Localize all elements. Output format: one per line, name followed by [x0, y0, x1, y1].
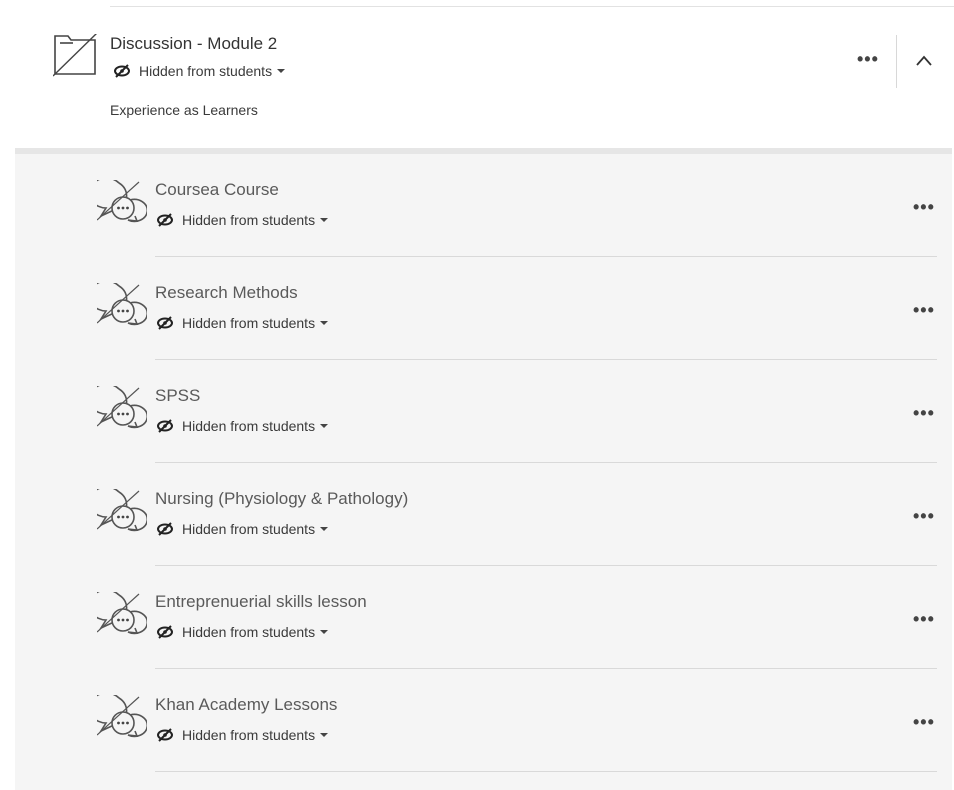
- caret-down-icon: [277, 69, 286, 73]
- item-title[interactable]: Research Methods: [155, 283, 298, 303]
- folder-hidden-icon: [53, 34, 97, 77]
- eye-slash-icon: [157, 728, 173, 742]
- eye-slash-icon: [157, 213, 173, 227]
- visibility-dropdown[interactable]: Hidden from students: [157, 315, 329, 331]
- visibility-label: Hidden from students: [182, 418, 316, 434]
- content-item[interactable]: Nursing (Physiology & Pathology) Hidden …: [15, 463, 952, 566]
- visibility-dropdown[interactable]: Hidden from students: [157, 521, 329, 537]
- visibility-label: Hidden from students: [182, 727, 316, 743]
- caret-down-icon: [320, 527, 329, 531]
- item-divider: [155, 771, 937, 772]
- folder-title[interactable]: Discussion - Module 2: [110, 34, 277, 54]
- more-options-button[interactable]: •••: [913, 404, 935, 422]
- item-title[interactable]: Nursing (Physiology & Pathology): [155, 489, 408, 509]
- caret-down-icon: [320, 218, 329, 222]
- visibility-dropdown[interactable]: Hidden from students: [157, 418, 329, 434]
- discussion-hidden-icon: [97, 489, 147, 532]
- eye-slash-icon: [157, 316, 173, 330]
- visibility-label: Hidden from students: [182, 212, 316, 228]
- folder-contents: Coursea Course Hidden from students ••• …: [15, 148, 952, 790]
- item-title[interactable]: Coursea Course: [155, 180, 279, 200]
- discussion-hidden-icon: [97, 386, 147, 429]
- caret-down-icon: [320, 424, 329, 428]
- eye-slash-icon: [157, 522, 173, 536]
- content-item[interactable]: Research Methods Hidden from students ••…: [15, 257, 952, 360]
- more-options-button[interactable]: •••: [913, 713, 935, 731]
- discussion-hidden-icon: [97, 283, 147, 326]
- discussion-hidden-icon: [97, 180, 147, 223]
- caret-down-icon: [320, 733, 329, 737]
- more-options-button[interactable]: •••: [913, 507, 935, 525]
- folder-description: Experience as Learners: [110, 102, 258, 118]
- discussion-hidden-icon: [97, 592, 147, 635]
- eye-slash-icon: [114, 64, 130, 78]
- item-title[interactable]: Entreprenuerial skills lesson: [155, 592, 367, 612]
- content-item[interactable]: SPSS Hidden from students •••: [15, 360, 952, 463]
- content-item[interactable]: Entreprenuerial skills lesson Hidden fro…: [15, 566, 952, 669]
- more-options-button[interactable]: •••: [913, 610, 935, 628]
- caret-down-icon: [320, 321, 329, 325]
- folder-header: Discussion - Module 2 Hidden from studen…: [0, 7, 954, 148]
- visibility-dropdown[interactable]: Hidden from students: [114, 63, 286, 79]
- visibility-label: Hidden from students: [182, 521, 316, 537]
- more-options-button[interactable]: •••: [913, 301, 935, 319]
- eye-slash-icon: [157, 625, 173, 639]
- item-title[interactable]: SPSS: [155, 386, 200, 406]
- visibility-label: Hidden from students: [182, 624, 316, 640]
- content-item[interactable]: Khan Academy Lessons Hidden from student…: [15, 669, 952, 772]
- visibility-dropdown[interactable]: Hidden from students: [157, 212, 329, 228]
- visibility-label: Hidden from students: [139, 63, 273, 79]
- chevron-up-icon[interactable]: [914, 51, 934, 71]
- more-options-button[interactable]: •••: [913, 198, 935, 216]
- content-item[interactable]: Coursea Course Hidden from students •••: [15, 154, 952, 257]
- visibility-dropdown[interactable]: Hidden from students: [157, 624, 329, 640]
- item-title[interactable]: Khan Academy Lessons: [155, 695, 337, 715]
- discussion-hidden-icon: [97, 695, 147, 738]
- vertical-divider: [896, 35, 897, 88]
- visibility-label: Hidden from students: [182, 315, 316, 331]
- caret-down-icon: [320, 630, 329, 634]
- visibility-dropdown[interactable]: Hidden from students: [157, 727, 329, 743]
- eye-slash-icon: [157, 419, 173, 433]
- more-options-button[interactable]: •••: [857, 50, 879, 68]
